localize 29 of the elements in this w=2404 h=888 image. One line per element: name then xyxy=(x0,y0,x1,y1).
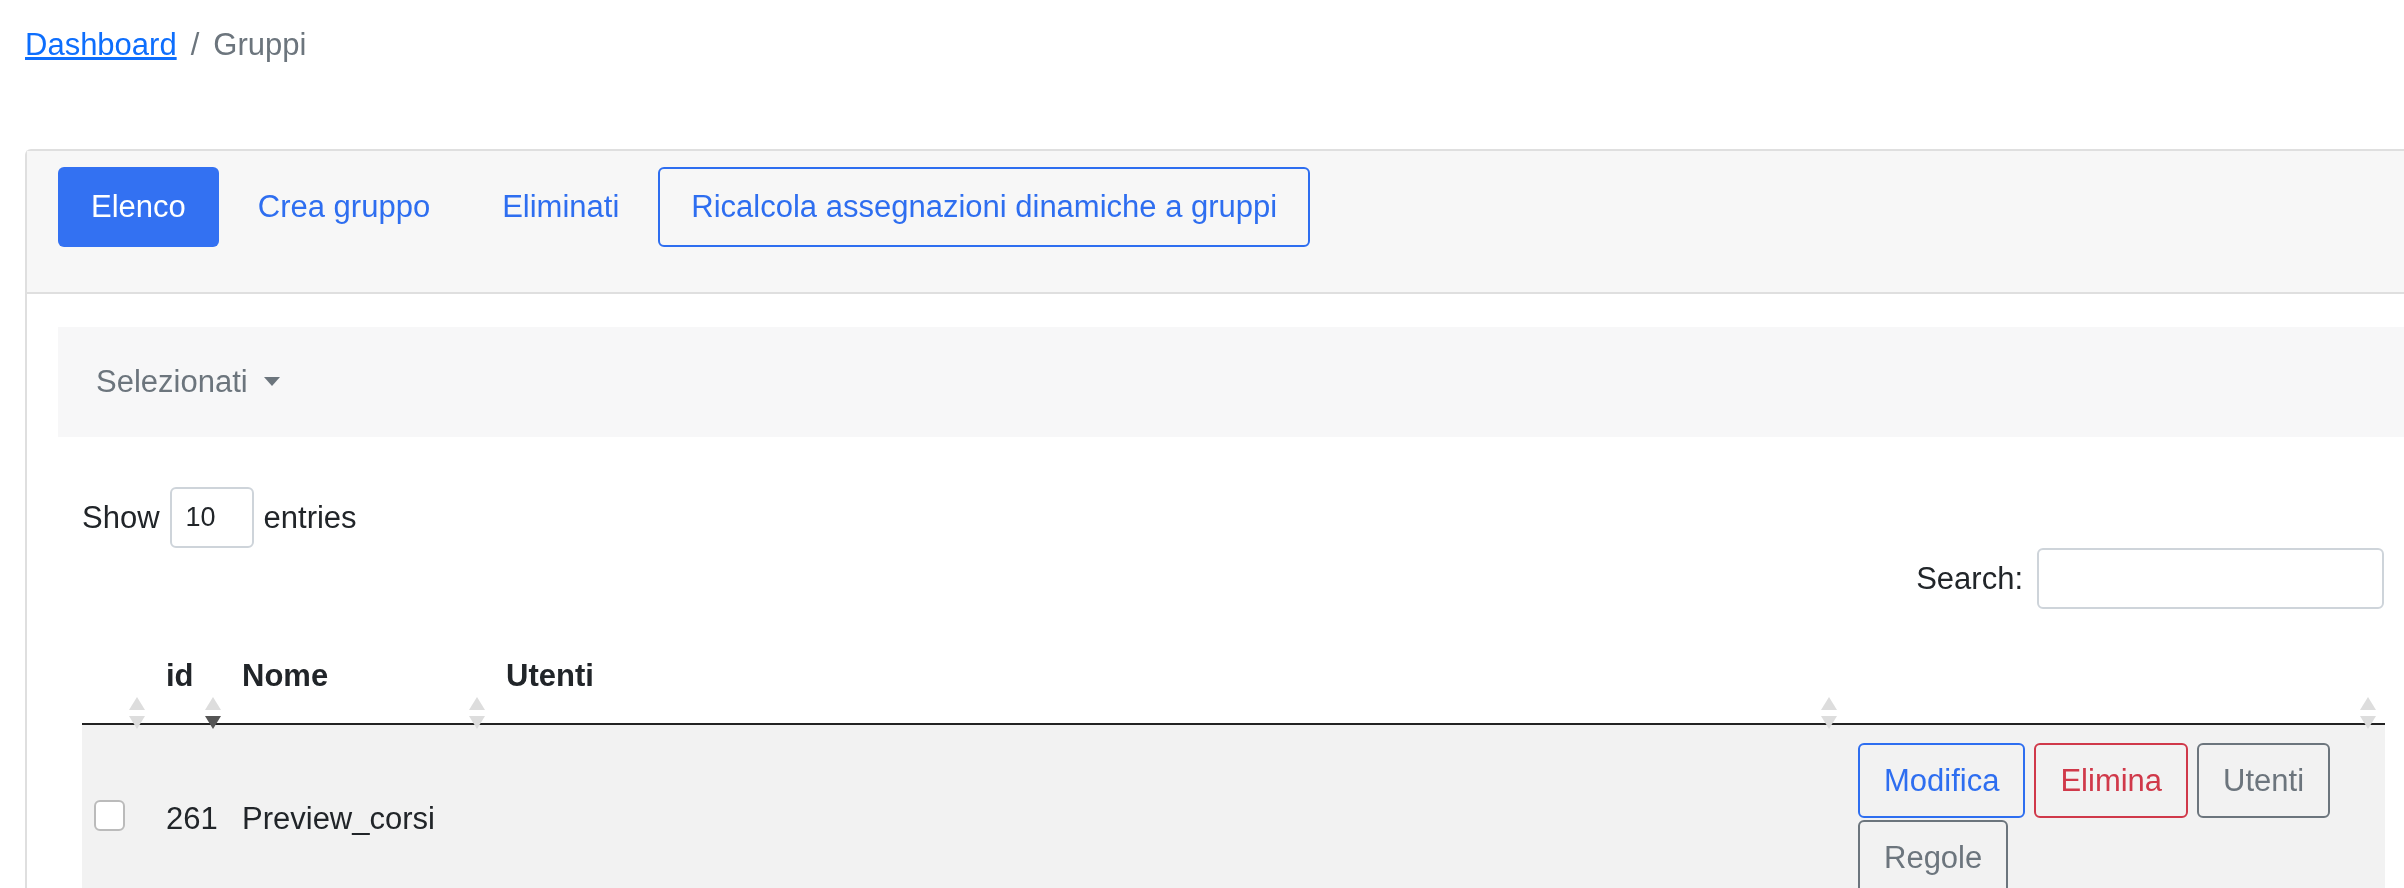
search-label: Search: xyxy=(1916,560,2023,597)
row-checkbox[interactable] xyxy=(94,799,125,831)
caret-icon xyxy=(263,377,280,387)
column-header[interactable]: Utenti xyxy=(506,658,594,693)
action-button[interactable]: Modifica xyxy=(1858,743,2026,818)
breadcrumb-separator: / xyxy=(190,27,200,63)
sort-icon[interactable] xyxy=(468,695,486,731)
id-cell: 261 xyxy=(166,801,218,836)
entries-label: entries xyxy=(263,499,357,536)
nav-tab[interactable]: Elenco xyxy=(58,167,219,247)
column-header[interactable]: id xyxy=(166,658,194,693)
sort-icon[interactable] xyxy=(204,695,222,731)
nav-tab[interactable]: Ricalcola assegnazioni dinamiche a gruppi xyxy=(658,167,1311,247)
show-label: Show xyxy=(82,499,160,536)
breadcrumb-current: Gruppi xyxy=(213,27,307,63)
action-button[interactable]: Elimina xyxy=(2034,743,2189,818)
name-cell: Preview_corsi xyxy=(242,801,435,836)
nav-tab[interactable]: Crea gruppo xyxy=(224,167,464,247)
sort-icon[interactable] xyxy=(2359,695,2377,731)
sort-icon[interactable] xyxy=(128,695,146,731)
sort-icon[interactable] xyxy=(1820,695,1838,731)
column-header[interactable]: Nome xyxy=(242,658,329,693)
breadcrumb-link[interactable]: Dashboard xyxy=(25,27,177,63)
entries-select[interactable]: 10 xyxy=(169,487,254,548)
nav-tab[interactable]: Eliminati xyxy=(469,167,653,247)
search-field[interactable] xyxy=(2037,548,2384,609)
bulk-actions-dropdown[interactable]: Selezionati xyxy=(96,364,280,400)
action-button[interactable]: Utenti xyxy=(2197,743,2331,818)
action-button[interactable]: Regole xyxy=(1858,820,2009,888)
